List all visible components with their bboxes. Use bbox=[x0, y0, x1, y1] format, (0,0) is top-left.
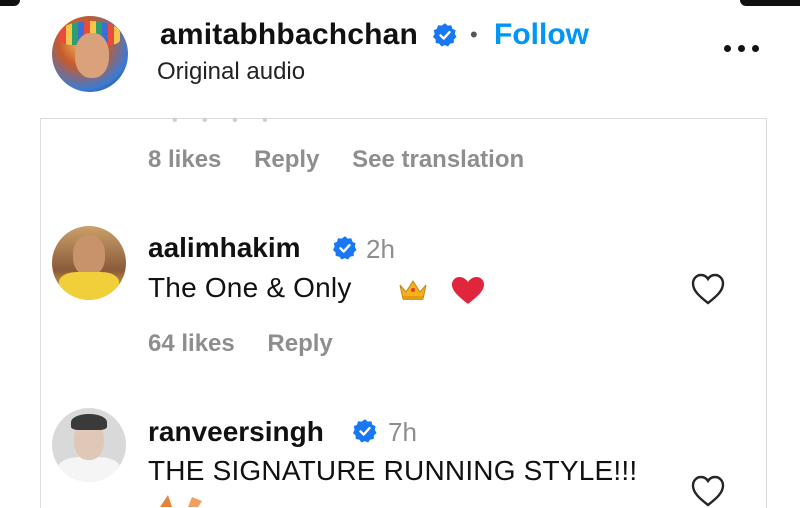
see-translation-button[interactable]: See translation bbox=[352, 146, 524, 174]
truncated-comment-glyphs: • • • • bbox=[172, 112, 278, 129]
comment-meta: 64 likes Reply bbox=[148, 330, 359, 358]
verified-badge-icon bbox=[432, 23, 457, 47]
post-header: amitabhbachchan • Follow Original audio bbox=[0, 0, 800, 118]
avatar-ranveersingh[interactable] bbox=[52, 408, 126, 482]
comments-panel[interactable] bbox=[40, 118, 767, 508]
previous-comment-meta: 8 likes Reply See translation bbox=[148, 146, 550, 174]
comment-username[interactable]: ranveersingh bbox=[148, 416, 324, 448]
comment-text: The One & Only bbox=[148, 272, 352, 303]
likes-count[interactable]: 64 likes bbox=[148, 330, 235, 358]
avatar-face bbox=[72, 234, 106, 276]
avatar-shirt bbox=[59, 271, 119, 300]
like-heart-icon[interactable] bbox=[690, 272, 726, 306]
avatar-shirt bbox=[57, 456, 121, 482]
comment-timestamp[interactable]: 7h bbox=[388, 417, 417, 448]
avatar-amitabhbachchan[interactable] bbox=[52, 16, 128, 92]
partial-emoji-row-icon bbox=[160, 495, 202, 507]
follow-button[interactable]: Follow bbox=[494, 18, 589, 52]
red-heart-emoji-icon bbox=[452, 277, 484, 304]
header-separator: • bbox=[470, 22, 478, 47]
post-username[interactable]: amitabhbachchan bbox=[160, 18, 418, 52]
verified-badge-icon bbox=[352, 419, 377, 443]
comment-text: THE SIGNATURE RUNNING STYLE!!! bbox=[148, 455, 638, 486]
likes-count[interactable]: 8 likes bbox=[148, 146, 221, 174]
like-heart-icon[interactable] bbox=[690, 474, 726, 508]
avatar-face bbox=[74, 32, 109, 79]
avatar-aalimhakim[interactable] bbox=[52, 226, 126, 300]
comment-username[interactable]: aalimhakim bbox=[148, 232, 301, 264]
reply-button[interactable]: Reply bbox=[267, 330, 332, 358]
audio-label[interactable]: Original audio bbox=[157, 58, 305, 86]
comment-timestamp[interactable]: 2h bbox=[366, 234, 395, 265]
more-options-icon[interactable] bbox=[722, 38, 762, 58]
avatar-hair bbox=[71, 413, 107, 431]
reply-button[interactable]: Reply bbox=[254, 146, 319, 174]
verified-badge-icon bbox=[332, 236, 357, 260]
crown-emoji-icon bbox=[399, 280, 427, 300]
